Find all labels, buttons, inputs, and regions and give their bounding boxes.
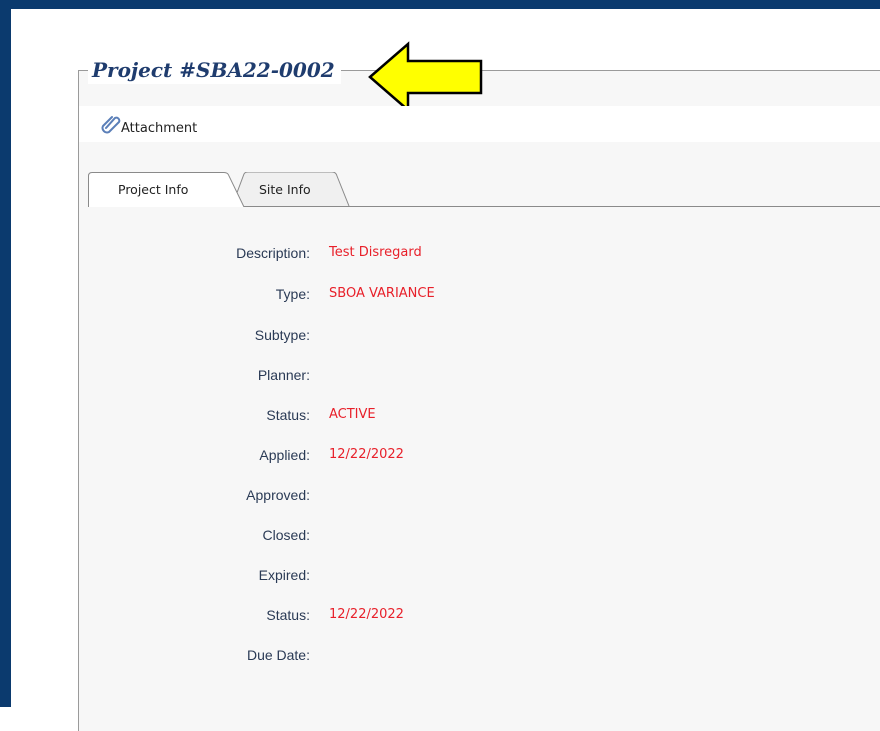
field-expired: Expired: (110, 567, 610, 587)
field-status: Status: ACTIVE (110, 407, 610, 427)
field-label: Expired: (258, 567, 310, 583)
field-due-date: Due Date: (110, 647, 610, 667)
field-label: Approved: (246, 487, 310, 503)
field-label: Status: (266, 407, 310, 423)
field-approved: Approved: (110, 487, 610, 507)
field-label: Planner: (257, 367, 310, 383)
field-applied: Applied: 12/22/2022 (110, 447, 610, 467)
attachment-link[interactable]: Attachment (121, 121, 197, 136)
field-label: Description: (236, 245, 310, 261)
field-subtype: Subtype: (110, 327, 610, 347)
yellow-arrow-icon (368, 41, 483, 113)
paperclip-icon[interactable] (100, 113, 122, 135)
field-description: Description: Test Disregard (110, 245, 610, 265)
field-planner: Planner: (110, 367, 610, 387)
field-status-date: Status: 12/22/2022 (110, 607, 610, 627)
tab-site-label: Site Info (259, 182, 311, 197)
field-closed: Closed: (110, 527, 610, 547)
field-value: Test Disregard (329, 245, 422, 260)
field-value: ACTIVE (329, 407, 376, 422)
field-label: Status: (266, 607, 310, 623)
tab-site-info[interactable]: Site Info (232, 172, 350, 206)
field-value: 12/22/2022 (329, 447, 404, 462)
field-label: Subtype: (254, 327, 310, 343)
field-label: Applied: (259, 447, 310, 463)
field-label: Closed: (262, 527, 310, 543)
field-value: SBOA VARIANCE (329, 286, 435, 301)
field-label: Type: (275, 286, 310, 302)
project-panel (78, 70, 880, 731)
attachment-bar (79, 106, 880, 142)
project-title: Project #SBA22-0002 (88, 56, 341, 84)
tab-project-info[interactable]: Project Info (88, 172, 246, 207)
field-value: 12/22/2022 (329, 607, 404, 622)
field-type: Type: SBOA VARIANCE (110, 286, 610, 306)
tab-project-label: Project Info (118, 182, 189, 197)
field-label: Due Date: (246, 647, 310, 663)
